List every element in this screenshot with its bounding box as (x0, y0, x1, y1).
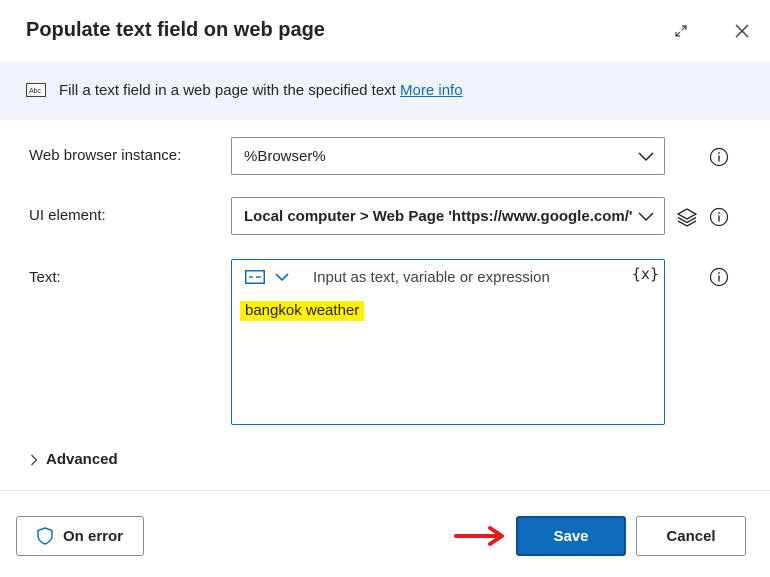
on-error-button[interactable]: On error (16, 516, 144, 556)
close-button[interactable] (730, 19, 754, 43)
text-input-value: bangkok weather (240, 301, 365, 321)
text-mode-icon[interactable] (245, 270, 265, 284)
text-input-placeholder: Input as text, variable or expression (313, 269, 550, 286)
footer-divider (0, 490, 770, 491)
insert-variable-button[interactable]: {x} (632, 265, 659, 283)
chevron-down-icon (638, 212, 654, 222)
chevron-down-icon[interactable] (275, 272, 289, 282)
ui-element-info-icon[interactable] (709, 207, 729, 227)
close-icon (735, 24, 749, 38)
chevron-down-icon (638, 152, 654, 162)
save-button[interactable]: Save (516, 516, 626, 556)
text-box-icon: Abc (26, 83, 46, 97)
more-info-link[interactable]: More info (400, 82, 463, 99)
cancel-button[interactable]: Cancel (636, 516, 746, 556)
browser-instance-info-icon[interactable] (709, 147, 729, 167)
chevron-right-icon (31, 454, 38, 466)
info-bar: Abc Fill a text field in a web page with… (0, 62, 770, 120)
populate-text-field-dialog: Populate text field on web page Abc Fill… (0, 0, 770, 577)
text-label: Text: (29, 269, 61, 286)
text-info-icon[interactable] (709, 267, 729, 287)
ui-element-value: Local computer > Web Page 'https://www.g… (244, 208, 632, 225)
dialog-title: Populate text field on web page (26, 19, 325, 41)
expand-icon (675, 25, 687, 37)
dialog-title-bar: Populate text field on web page (0, 0, 770, 62)
shield-icon (37, 527, 53, 545)
text-input[interactable]: Input as text, variable or expression {x… (231, 259, 665, 425)
ui-element-label: UI element: (29, 207, 106, 224)
browser-instance-dropdown[interactable]: %Browser% (231, 137, 665, 175)
browser-instance-label: Web browser instance: (29, 147, 182, 164)
advanced-label: Advanced (46, 451, 118, 468)
browser-instance-value: %Browser% (244, 148, 326, 165)
ui-element-dropdown[interactable]: Local computer > Web Page 'https://www.g… (231, 197, 665, 235)
annotation-arrow-icon (454, 526, 504, 546)
on-error-label: On error (62, 527, 123, 545)
info-text: Fill a text field in a web page with the… (59, 82, 463, 99)
svg-text:Abc: Abc (29, 88, 42, 95)
info-description: Fill a text field in a web page with the… (59, 82, 396, 99)
expand-button[interactable] (670, 20, 692, 42)
ui-elements-picker-icon[interactable] (676, 206, 698, 228)
